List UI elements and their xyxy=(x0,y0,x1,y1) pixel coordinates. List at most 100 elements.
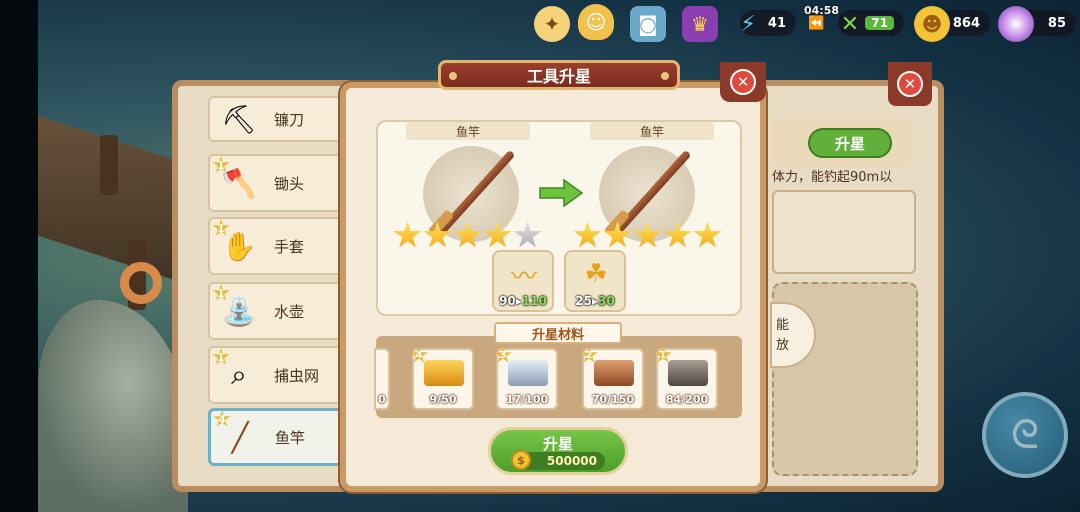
material-count: 9/50 xyxy=(429,393,457,406)
attribute-from: 90 xyxy=(499,294,516,308)
attribute-to: 110 xyxy=(521,294,547,308)
level-badge: 1 xyxy=(212,219,230,236)
level-badge: 1 xyxy=(212,348,230,365)
decor-dot xyxy=(661,72,669,80)
next-rod-label: 鱼竿 xyxy=(590,122,714,140)
arrow-right-icon xyxy=(539,178,584,208)
star-filled-icon xyxy=(453,221,482,248)
tool-item-watering-can[interactable]: ⛲ 1 水壶 xyxy=(208,282,348,340)
next-star-rating xyxy=(573,221,722,250)
star-filled-icon xyxy=(573,221,602,248)
current-star-rating xyxy=(393,221,542,250)
attribute-change: 25▸30 xyxy=(575,294,615,308)
dock-post xyxy=(100,135,118,195)
silver-ingot-icon xyxy=(508,360,548,386)
level-badge: 1 xyxy=(212,156,230,173)
compass-icon[interactable]: ✦ xyxy=(534,6,570,42)
material-gold-ingot[interactable]: 4 9/50 xyxy=(410,346,474,410)
tool-name: 水壶 xyxy=(274,302,305,321)
upstar-cost: $ 500000 xyxy=(511,450,605,470)
gold-ingot-icon xyxy=(424,360,464,386)
tool-item-glove[interactable]: ✋ 1 手套 xyxy=(208,217,348,275)
modal-title-bar: 工具升星 xyxy=(438,60,680,90)
star-filled-icon xyxy=(633,221,662,248)
iron-ingot-icon xyxy=(668,360,708,386)
fishing-action-button[interactable]: ᘓ xyxy=(982,392,1068,478)
close-icon[interactable]: ✕ xyxy=(897,71,923,97)
fork-spoon-icon: ✕ xyxy=(840,11,860,37)
upstar-button-small[interactable]: 升星 xyxy=(808,128,892,158)
material-silver-ingot[interactable]: 3 17/100 xyxy=(494,346,558,410)
tool-attribute-box xyxy=(772,190,916,274)
upstar-button[interactable]: 升星 $ 500000 xyxy=(488,427,628,475)
star-empty-icon xyxy=(513,221,542,248)
cost-value: 500000 xyxy=(546,454,597,468)
attribute-fishing-distance: 〰 90▸110 xyxy=(492,250,554,312)
camera-icon[interactable]: ◙ xyxy=(630,6,666,42)
star-filled-icon xyxy=(693,221,722,248)
ring-buoy-icon xyxy=(120,262,162,304)
character-icon[interactable]: ☺ xyxy=(578,4,614,40)
fishing-rod-icon: ╱ 4 xyxy=(213,410,265,462)
luck-stamina-icon: ☘ xyxy=(584,259,608,289)
rewind-icon: ⏪ xyxy=(808,16,825,31)
attribute-luck: ☘ 25▸30 xyxy=(564,250,626,312)
lightning-plus-icon[interactable]: ⚡ xyxy=(730,6,766,42)
tool-name: 捕虫网 xyxy=(274,366,320,385)
album-icon[interactable]: ♛ xyxy=(682,6,718,42)
fishing-distance-icon: 〰 xyxy=(510,261,537,292)
hook-icon: ᘓ xyxy=(1010,412,1040,458)
sickle-icon: ⛏ xyxy=(221,102,257,136)
material-iron-ingot[interactable]: 1 84/200 xyxy=(654,346,718,410)
copper-ingot-icon xyxy=(594,360,634,386)
star-filled-icon xyxy=(603,221,632,248)
attribute-from: 25 xyxy=(575,294,592,308)
attribute-change: 90▸110 xyxy=(499,294,547,308)
gold-plus-icon[interactable]: ☻ xyxy=(914,6,950,42)
material-count: 0 xyxy=(378,393,386,406)
tool-name: 手套 xyxy=(274,237,305,256)
materials-title: 升星材料 xyxy=(494,322,622,344)
gold-value: 864 xyxy=(952,15,980,31)
coin-icon: $ xyxy=(511,450,531,470)
hoe-icon: 🪓 1 xyxy=(212,156,264,208)
screen-edge xyxy=(0,0,38,512)
material-count: 17/100 xyxy=(505,393,549,406)
material-count: 70/150 xyxy=(591,393,635,406)
attribute-to: 30 xyxy=(598,294,615,308)
material-card-partial[interactable]: 0 xyxy=(374,348,390,410)
tool-item-sickle[interactable]: ⛏ 镰刀 xyxy=(208,96,348,142)
skill-text: 能 xyxy=(776,318,790,333)
tool-panel-close-tab: ✕ xyxy=(888,62,932,106)
star-filled-icon xyxy=(423,221,452,248)
gem-plus-icon[interactable] xyxy=(998,6,1034,42)
star-filled-icon xyxy=(663,221,692,248)
upstar-button-label: 升星 xyxy=(542,435,573,453)
tool-item-bug-net[interactable]: ⌕ 1 捕虫网 xyxy=(208,346,348,404)
level-badge: 4 xyxy=(213,410,231,427)
material-copper-ingot[interactable]: 2 70/150 xyxy=(580,346,644,410)
watering-can-icon: ⛲ 1 xyxy=(212,284,264,336)
tool-list: ⛏ 镰刀 🪓 1 锄头 ✋ 1 手套 ⛲ 1 水壶 ⌕ 1 捕虫网 ╱ 4 鱼竿 xyxy=(208,96,348,474)
tool-item-fishing-rod[interactable]: ╱ 4 鱼竿 xyxy=(208,408,348,466)
star-filled-icon xyxy=(483,221,512,248)
level-badge: 1 xyxy=(212,284,230,301)
material-count: 84/200 xyxy=(665,393,709,406)
bug-net-icon: ⌕ 1 xyxy=(212,348,264,400)
modal-title: 工具升星 xyxy=(526,67,591,86)
modal-close-tab: ✕ xyxy=(720,62,766,102)
tool-name: 镰刀 xyxy=(274,110,305,129)
stamina-value: 71 xyxy=(865,16,894,30)
star-filled-icon xyxy=(393,221,422,248)
tool-name: 锄头 xyxy=(274,174,305,193)
energy-value: 41 xyxy=(767,15,786,31)
current-rod-label: 鱼竿 xyxy=(406,122,530,140)
tool-item-hoe[interactable]: 🪓 1 锄头 xyxy=(208,154,348,212)
decor-dot xyxy=(449,72,457,80)
close-icon[interactable]: ✕ xyxy=(730,69,756,95)
tool-description: 体力，能钓起90m以 xyxy=(772,170,893,185)
glove-icon: ✋ 1 xyxy=(212,219,264,271)
skill-text: 放 xyxy=(776,338,790,353)
tool-name: 鱼竿 xyxy=(275,428,306,447)
gem-value: 85 xyxy=(1047,15,1066,31)
